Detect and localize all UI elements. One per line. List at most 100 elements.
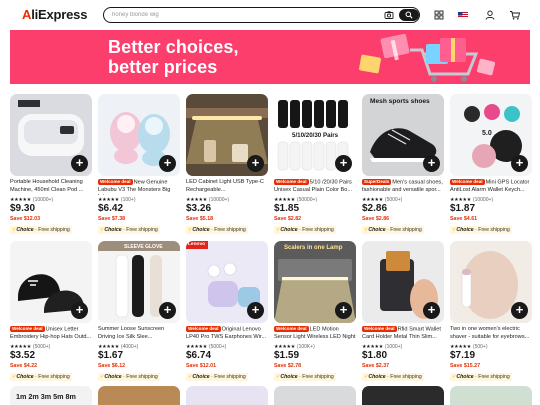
choice-shipping-tag: ✓Choice · Free shipping bbox=[450, 226, 512, 234]
banner-headline-line2: better prices bbox=[108, 57, 218, 77]
product-title[interactable]: Welcome deal Mini GPS Locator AntiLost Al… bbox=[450, 179, 532, 195]
sold-count: (100K+) bbox=[296, 344, 315, 350]
product-card[interactable]: + Welcome deal Unisex Letter Embroidery Hi… bbox=[10, 241, 92, 386]
choice-shipping-tag: ✓Choice · Free shipping bbox=[362, 373, 424, 381]
plus-icon: + bbox=[515, 155, 524, 170]
product-card[interactable]: + Welcome deal Rfid Smart Wallet Card Hold… bbox=[362, 241, 444, 386]
product-card[interactable]: + Two in one women's electric shaver - su… bbox=[450, 241, 532, 386]
product-image-label: Scalers in one Lamp bbox=[284, 245, 343, 251]
product-title[interactable]: Welcome deal New Genuine Labubu V3 The Mo… bbox=[98, 179, 180, 195]
product-image[interactable] bbox=[362, 386, 444, 405]
choice-label: Choice bbox=[456, 227, 474, 233]
choice-label: Choice bbox=[104, 374, 122, 380]
plus-icon: + bbox=[251, 302, 260, 317]
cart-icon[interactable] bbox=[509, 9, 521, 21]
product-card[interactable] bbox=[186, 386, 268, 405]
product-title[interactable]: Welcome deal Unisex Letter Embroidery Hip… bbox=[10, 326, 92, 342]
product-card[interactable] bbox=[362, 386, 444, 405]
product-card[interactable] bbox=[450, 386, 532, 405]
product-title[interactable]: LED Cabinet Light USB Type-C Rechargeabl… bbox=[186, 179, 268, 195]
flag-icon[interactable] bbox=[457, 9, 469, 21]
add-to-cart-button[interactable]: + bbox=[247, 155, 264, 172]
savings-text: Save $4.61 bbox=[450, 216, 478, 222]
user-icon[interactable] bbox=[484, 9, 496, 21]
product-image-label: Lenovo bbox=[188, 242, 206, 247]
choice-label: Choice bbox=[456, 374, 474, 380]
product-price: $6.42 bbox=[98, 203, 124, 214]
add-to-cart-button[interactable]: + bbox=[71, 302, 88, 319]
product-card[interactable]: + Portable Household Cleaning Machine, 45… bbox=[10, 94, 92, 239]
plus-icon: + bbox=[163, 302, 172, 317]
product-card[interactable]: Scalers in one Lamp + Welcome deal LED Moti… bbox=[274, 241, 356, 386]
add-to-cart-button[interactable]: + bbox=[423, 155, 440, 172]
product-image[interactable] bbox=[98, 386, 180, 405]
search-input[interactable] bbox=[112, 9, 372, 21]
product-card[interactable]: SLEEVE GLOVE + Summer Loose Sunscreen Driv… bbox=[98, 241, 180, 386]
product-card[interactable]: 5.0 + Welcome deal Mini GPS Locator AntiLos… bbox=[450, 94, 532, 239]
product-title[interactable]: Welcome deal LED Motion Sensor Light Wire… bbox=[274, 326, 356, 342]
product-card[interactable]: 5/10/20/30 Pairs + Welcome deal 5/10 /20/30… bbox=[274, 94, 356, 239]
choice-shipping-tag: ✓Choice · Free shipping bbox=[274, 226, 336, 234]
choice-shipping-tag: ✓Choice · Free shipping bbox=[186, 226, 248, 234]
add-to-cart-button[interactable]: + bbox=[511, 302, 528, 319]
grid-icon[interactable] bbox=[433, 9, 445, 21]
product-card[interactable]: 1m 2m 3m 5m 8m bbox=[10, 386, 92, 405]
product-image-label: 5/10/20/30 Pairs bbox=[292, 132, 339, 139]
add-to-cart-button[interactable]: + bbox=[335, 155, 352, 172]
deal-badge: Welcome deal bbox=[274, 179, 309, 186]
savings-text: Save $15.27 bbox=[450, 363, 481, 369]
add-to-cart-button[interactable]: + bbox=[423, 302, 440, 319]
product-image[interactable] bbox=[186, 386, 268, 405]
product-title[interactable]: SuperDeals Men's casual shoes, fashionabl… bbox=[362, 179, 444, 195]
choice-label: Choice bbox=[192, 374, 210, 380]
savings-text: Save $12.03 bbox=[10, 216, 41, 222]
sold-count: (50000+) bbox=[296, 197, 318, 203]
choice-label: Choice bbox=[16, 227, 34, 233]
savings-text: Save $2.78 bbox=[274, 363, 302, 369]
product-price: $7.19 bbox=[450, 350, 476, 361]
search-bar[interactable] bbox=[103, 7, 420, 23]
plus-icon: + bbox=[515, 302, 524, 317]
product-title[interactable]: Welcome deal Original Lenovo LP40 Pro TWS… bbox=[186, 326, 268, 342]
add-to-cart-button[interactable]: + bbox=[71, 155, 88, 172]
choice-shipping-tag: ✓Choice · Free shipping bbox=[274, 373, 336, 381]
savings-text: Save $2.82 bbox=[274, 216, 302, 222]
product-title[interactable]: Summer Loose Sunscreen Driving Ice Silk … bbox=[98, 326, 180, 342]
product-title[interactable]: Two in one women's electric shaver - sui… bbox=[450, 326, 532, 342]
choice-shipping-tag: ✓Choice · Free shipping bbox=[10, 373, 72, 381]
product-card[interactable]: Lenovo + Welcome deal Original Lenovo LP40 … bbox=[186, 241, 268, 386]
add-to-cart-button[interactable]: + bbox=[247, 302, 264, 319]
add-to-cart-button[interactable]: + bbox=[159, 302, 176, 319]
product-price: $3.52 bbox=[10, 350, 36, 361]
plus-icon: + bbox=[339, 302, 348, 317]
plus-icon: + bbox=[75, 155, 84, 170]
add-to-cart-button[interactable]: + bbox=[335, 302, 352, 319]
product-card[interactable]: Mesh sports shoes + SuperDeals Men's casual… bbox=[362, 94, 444, 239]
product-price: $2.86 bbox=[362, 203, 388, 214]
savings-text: Save $5.18 bbox=[186, 216, 214, 222]
plus-icon: + bbox=[339, 155, 348, 170]
top-header: AliExpress bbox=[0, 0, 540, 30]
product-image[interactable] bbox=[274, 386, 356, 405]
add-to-cart-button[interactable]: + bbox=[511, 155, 528, 172]
deal-badge: Welcome deal bbox=[362, 326, 397, 333]
product-title[interactable]: Welcome deal Rfid Smart Wallet Card Holde… bbox=[362, 326, 444, 342]
add-to-cart-button[interactable]: + bbox=[159, 155, 176, 172]
shipping-text: Free shipping bbox=[126, 374, 158, 380]
product-title-text: Summer Loose Sunscreen Driving Ice Silk … bbox=[98, 326, 165, 340]
camera-icon[interactable] bbox=[384, 10, 394, 20]
product-card[interactable] bbox=[98, 386, 180, 405]
banner-headline-line1: Better choices, bbox=[108, 37, 239, 57]
product-card[interactable]: + Welcome deal New Genuine Labubu V3 The M… bbox=[98, 94, 180, 239]
product-title[interactable]: Welcome deal 5/10 /20/30 Pairs Unisex Cas… bbox=[274, 179, 356, 195]
search-button[interactable] bbox=[399, 9, 419, 21]
product-card[interactable] bbox=[274, 386, 356, 405]
product-image[interactable]: 1m 2m 3m 5m 8m bbox=[10, 386, 92, 405]
aliexpress-logo[interactable]: AliExpress bbox=[22, 7, 87, 22]
choice-label: Choice bbox=[192, 227, 210, 233]
product-image[interactable] bbox=[450, 386, 532, 405]
choice-shipping-tag: ✓Choice · Free shipping bbox=[450, 373, 512, 381]
product-card[interactable]: + LED Cabinet Light USB Type-C Rechargeab… bbox=[186, 94, 268, 239]
promo-banner[interactable]: Better choices, better prices bbox=[10, 30, 530, 84]
product-title[interactable]: Portable Household Cleaning Machine, 450… bbox=[10, 179, 92, 195]
